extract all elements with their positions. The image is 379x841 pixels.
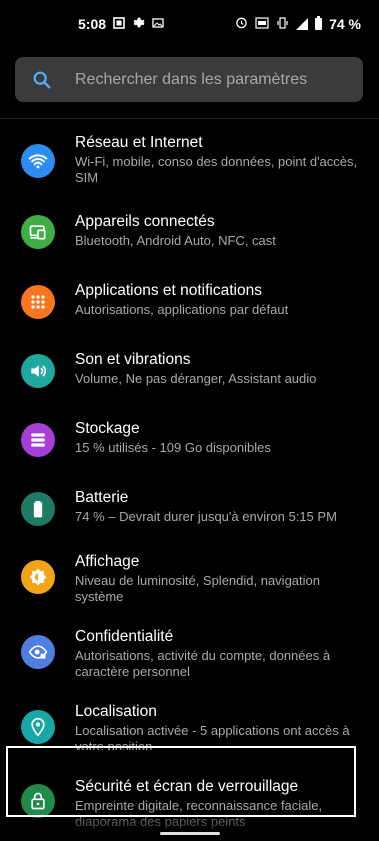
apps-grid-icon — [21, 285, 55, 319]
divider — [0, 118, 379, 119]
setting-subtitle: 15 % utilisés - 109 Go disponibles — [75, 440, 271, 455]
status-time: 5:08 — [78, 16, 107, 32]
setting-subtitle: Wi-Fi, mobile, conso des données, point … — [75, 154, 358, 185]
alarm-icon — [235, 16, 248, 32]
battery-status-icon — [315, 16, 323, 30]
setting-title: Réseau et Internet — [75, 134, 203, 151]
search-input[interactable] — [75, 70, 335, 89]
setting-title: Batterie — [75, 489, 129, 506]
status-bar: 5:08 74 % — [0, 0, 379, 48]
nfc-icon — [255, 16, 269, 32]
brightness-icon — [21, 560, 55, 594]
setting-battery[interactable]: Batterie 74 % – Devrait durer jusqu'à en… — [0, 488, 379, 538]
setting-title: Appareils connectés — [75, 213, 215, 230]
setting-title: Localisation — [75, 703, 157, 720]
vibrate-icon — [276, 16, 289, 32]
storage-icon — [21, 423, 55, 457]
selection-highlight — [6, 746, 356, 817]
setting-title: Affichage — [75, 553, 140, 570]
setting-title: Son et vibrations — [75, 351, 191, 368]
search-icon — [31, 69, 53, 91]
cell-signal-icon — [296, 18, 309, 30]
setting-title: Confidentialité — [75, 628, 174, 645]
setting-subtitle: Volume, Ne pas déranger, Assistant audio — [75, 371, 317, 386]
gear-notification-icon — [132, 16, 145, 32]
battery-icon — [21, 492, 55, 526]
gesture-nav-handle[interactable] — [160, 832, 220, 835]
setting-subtitle: 74 % – Devrait durer jusqu'à environ 5:1… — [75, 509, 337, 524]
connected-devices-icon — [21, 215, 55, 249]
location-pin-icon — [21, 710, 55, 744]
setting-sound-vibration[interactable]: Son et vibrations Volume, Ne pas dérange… — [0, 350, 379, 400]
setting-storage[interactable]: Stockage 15 % utilisés - 109 Go disponib… — [0, 419, 379, 469]
privacy-eye-icon — [21, 635, 55, 669]
screenshot-notification-icon — [113, 16, 125, 32]
setting-subtitle: Bluetooth, Android Auto, NFC, cast — [75, 233, 276, 248]
battery-percent: 74 % — [329, 16, 361, 32]
setting-apps-notifications[interactable]: Applications et notifications Autorisati… — [0, 281, 379, 331]
setting-location[interactable]: Localisation Localisation activée - 5 ap… — [0, 702, 379, 750]
setting-subtitle: Niveau de luminosité, Splendid, navigati… — [75, 573, 320, 604]
volume-icon — [21, 354, 55, 388]
image-notification-icon — [152, 17, 164, 32]
setting-subtitle: Autorisations, applications par défaut — [75, 302, 289, 317]
setting-network-internet[interactable]: Réseau et Internet Wi-Fi, mobile, conso … — [0, 133, 379, 193]
bottom-fade — [0, 817, 379, 841]
setting-display[interactable]: Affichage Niveau de luminosité, Splendid… — [0, 552, 379, 612]
setting-connected-devices[interactable]: Appareils connectés Bluetooth, Android A… — [0, 212, 379, 262]
setting-title: Applications et notifications — [75, 282, 262, 299]
wifi-icon — [21, 144, 55, 178]
setting-privacy[interactable]: Confidentialité Autorisations, activité … — [0, 627, 379, 687]
setting-title: Stockage — [75, 420, 140, 437]
setting-subtitle: Autorisations, activité du compte, donné… — [75, 648, 331, 679]
search-bar[interactable] — [15, 57, 363, 102]
